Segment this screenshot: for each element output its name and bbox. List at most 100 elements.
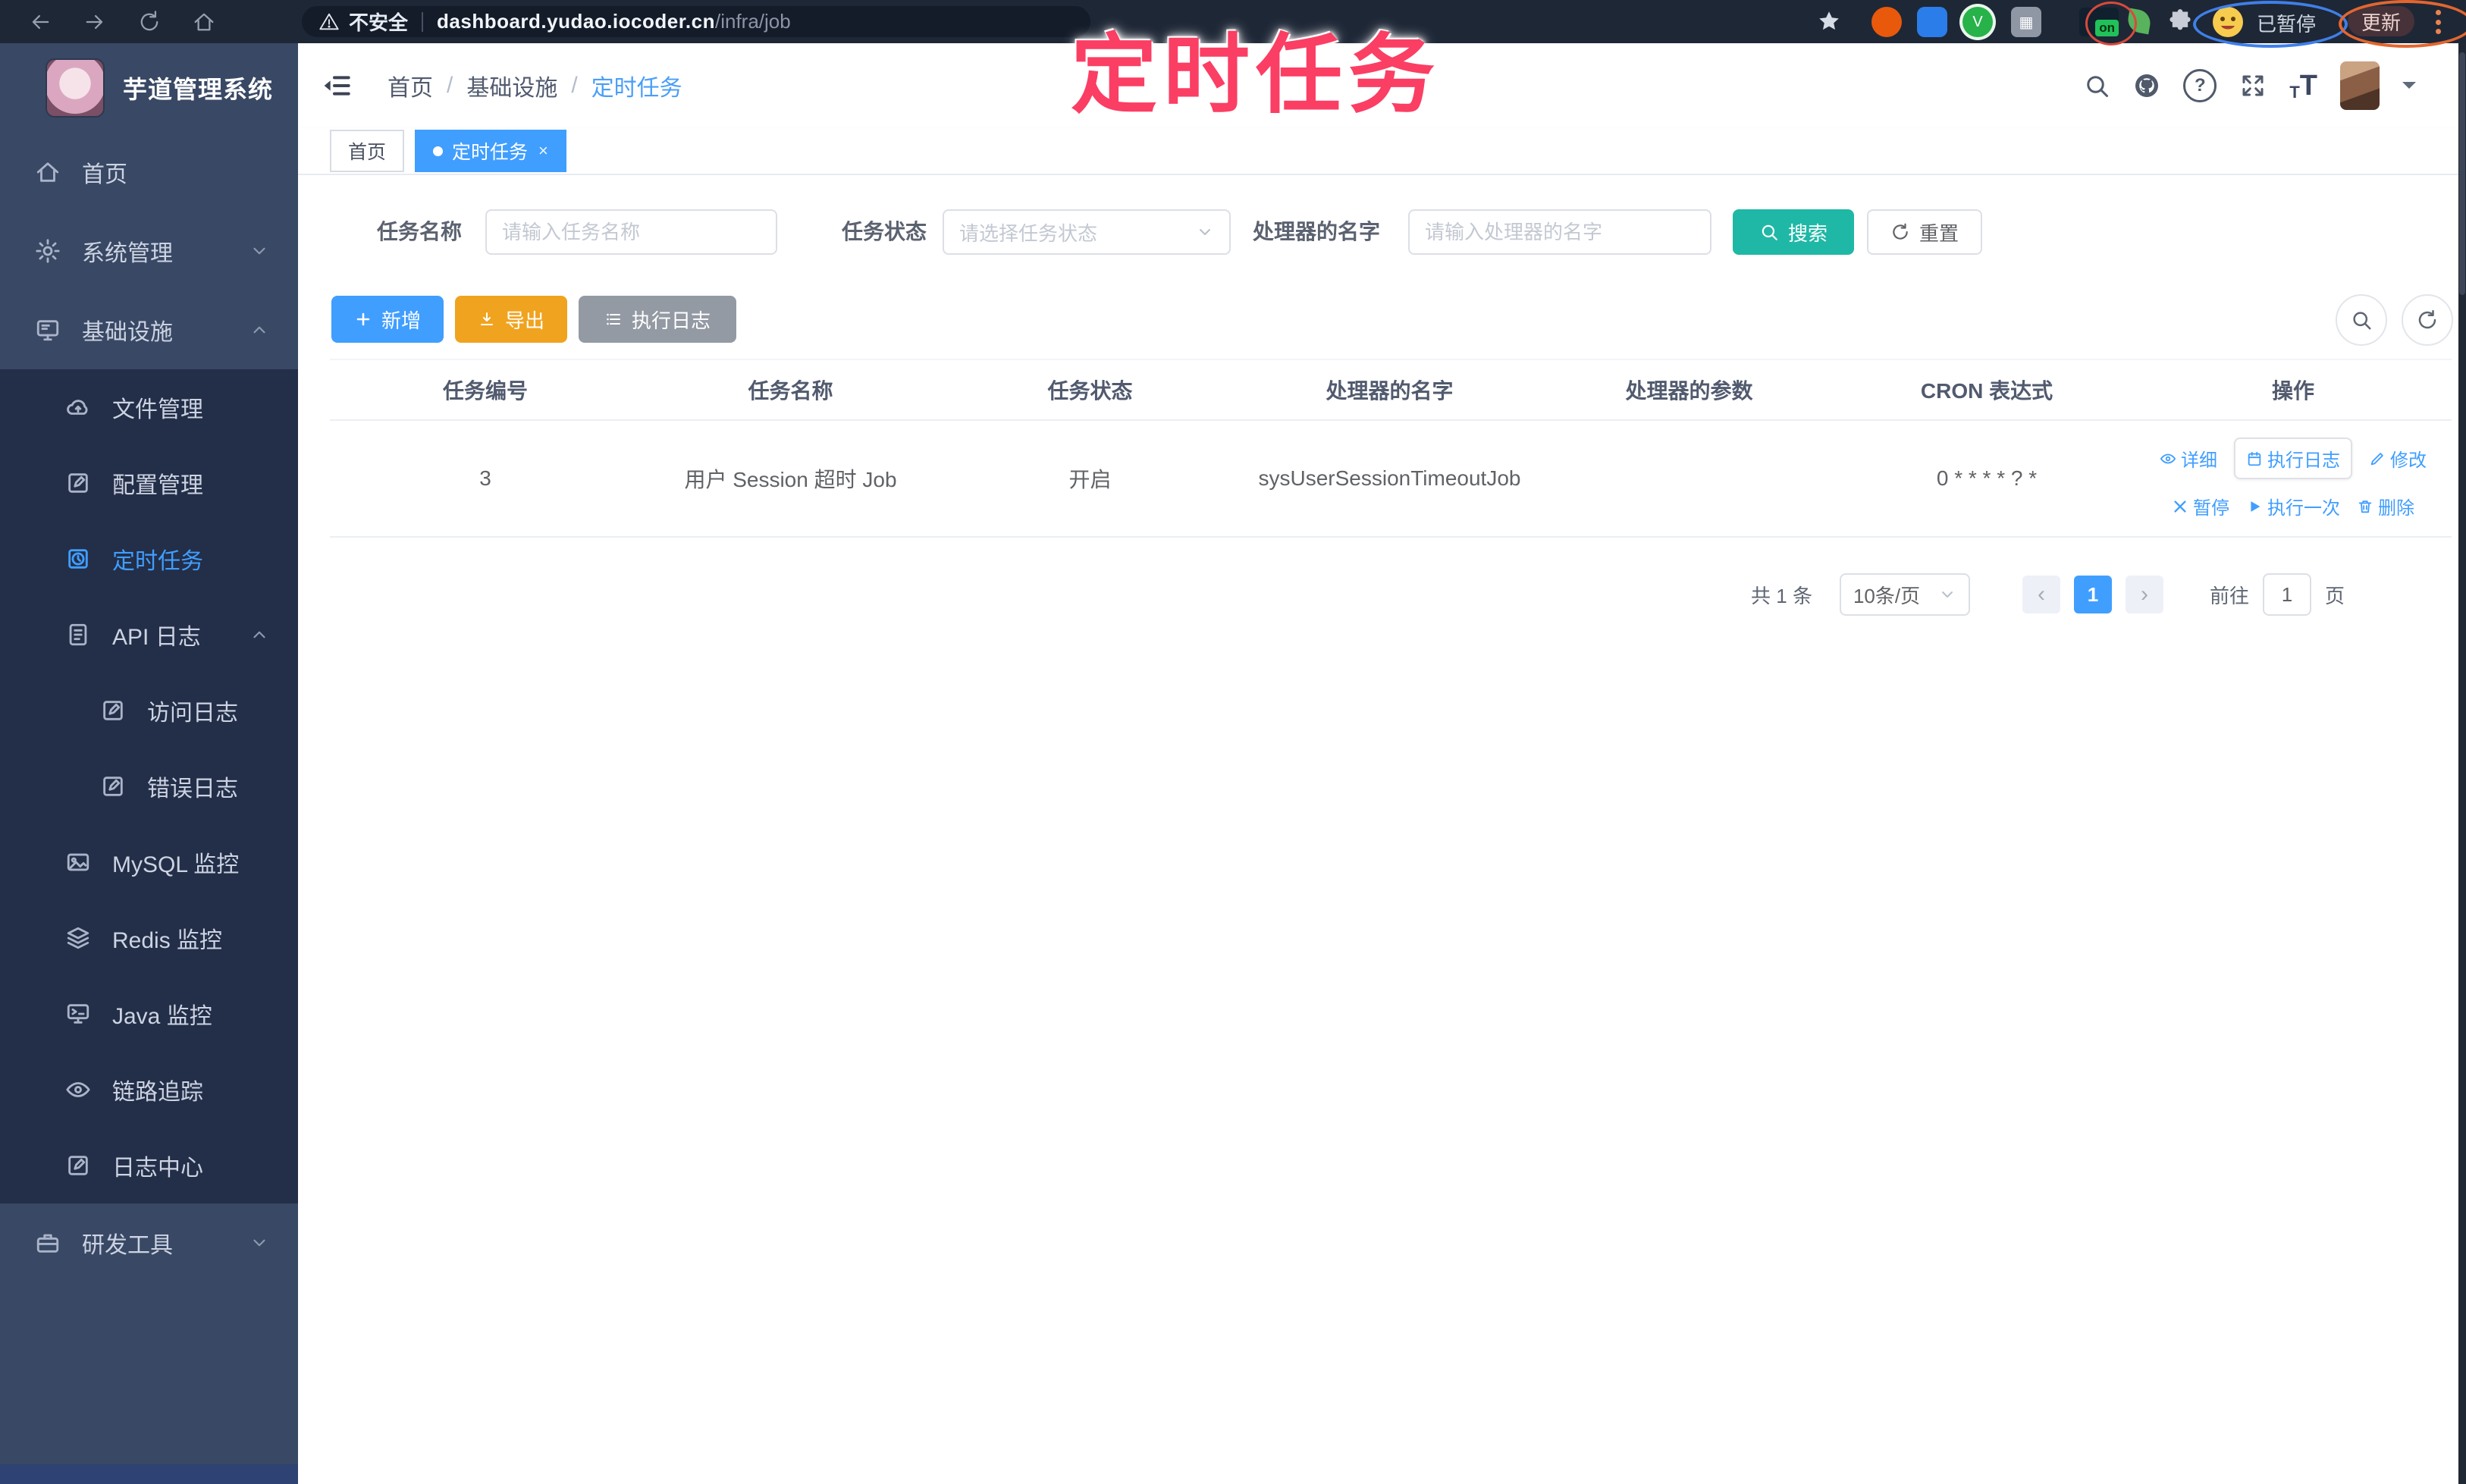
pagination-total: 共 1 条 xyxy=(1751,584,1812,607)
handler-name-input[interactable] xyxy=(1408,209,1711,255)
exec-log-button[interactable]: 执行日志 xyxy=(579,296,736,343)
browser-back-icon[interactable] xyxy=(27,9,53,35)
active-tab-dot xyxy=(433,146,444,156)
breadcrumb-separator: / xyxy=(447,73,453,98)
chevron-down-icon xyxy=(249,1233,269,1253)
address-bar[interactable]: 不安全 dashboard.yudao.iocoder.cn /infra/jo… xyxy=(302,6,1090,37)
extension-icon[interactable]: V xyxy=(1962,7,1993,37)
job-name-input[interactable] xyxy=(485,209,777,255)
font-size-icon[interactable]: TT xyxy=(2289,70,2317,102)
url-divider xyxy=(422,11,424,32)
chevron-down-icon xyxy=(249,241,269,261)
col-job-id: 任务编号 xyxy=(442,379,528,403)
run-once-link[interactable]: 执行一次 xyxy=(2246,493,2340,519)
next-page-button[interactable]: › xyxy=(2125,576,2163,613)
sidebar-item-infrastructure[interactable]: 基础设施 xyxy=(0,290,298,369)
sidebar-item-error-log[interactable]: 错误日志 xyxy=(0,748,298,824)
page-size-value: 10条/页 xyxy=(1853,584,1921,607)
current-page-button[interactable]: 1 xyxy=(2073,576,2112,613)
toggle-search-button[interactable] xyxy=(2336,294,2387,346)
edit-link[interactable]: 修改 xyxy=(2369,445,2427,472)
sidebar-item-label: 访问日志 xyxy=(147,701,238,726)
sidebar-item-api-log[interactable]: API 日志 xyxy=(0,597,298,673)
sidebar-item-system-mgmt[interactable]: 系统管理 xyxy=(0,212,298,290)
plus-icon xyxy=(354,310,372,328)
browser-home-icon[interactable] xyxy=(191,9,217,35)
row-exec-log-link[interactable]: 执行日志 xyxy=(2234,438,2352,479)
user-avatar[interactable] xyxy=(2340,61,2380,110)
app-logo-row[interactable]: 芋道管理系统 xyxy=(0,43,298,133)
sidebar-fold-icon[interactable] xyxy=(322,71,353,101)
sidebar-item-redis-monitor[interactable]: Redis 监控 xyxy=(0,900,298,976)
cell-job-id: 3 xyxy=(479,466,491,490)
tab-label: 定时任务 xyxy=(452,142,529,163)
goto-page-input[interactable] xyxy=(2262,573,2311,616)
search-button[interactable]: 搜索 xyxy=(1733,209,1854,255)
sidebar-item-mysql-monitor[interactable]: MySQL 监控 xyxy=(0,824,298,900)
reset-button[interactable]: 重置 xyxy=(1867,209,1982,255)
page-scrollbar[interactable] xyxy=(2458,43,2466,1484)
github-icon[interactable] xyxy=(2133,72,2160,99)
handler-name-label: 处理器的名字 xyxy=(1253,220,1381,243)
annotation-circle-blue xyxy=(2193,1,2348,48)
tab-close-icon[interactable]: × xyxy=(538,141,548,161)
refresh-table-button[interactable] xyxy=(2402,294,2453,346)
scrollbar-thumb[interactable] xyxy=(2459,52,2465,295)
prev-page-button[interactable]: ‹ xyxy=(2022,576,2060,613)
search-icon xyxy=(1759,222,1779,242)
sidebar-submenu-infrastructure: 文件管理 配置管理 定时任务 API 日志 访问日志 错误日志 MySQL 监控… xyxy=(0,369,298,1203)
sidebar-bottom-bar[interactable] xyxy=(0,1464,298,1484)
sidebar-item-dev-tools[interactable]: 研发工具 xyxy=(0,1203,298,1282)
sidebar-item-log-center[interactable]: 日志中心 xyxy=(0,1128,298,1203)
browser-reload-icon[interactable] xyxy=(136,9,162,35)
breadcrumb-home[interactable]: 首页 xyxy=(387,69,433,102)
refresh-icon xyxy=(2416,309,2439,331)
add-button[interactable]: 新增 xyxy=(331,296,444,343)
cloud-icon xyxy=(65,394,91,420)
bookmark-star-icon[interactable] xyxy=(1817,9,1841,33)
extension-icon[interactable]: ▦ xyxy=(2011,7,2041,37)
chevron-down-icon xyxy=(1196,223,1214,241)
job-status-select[interactable]: 请选择任务状态 xyxy=(943,209,1231,255)
security-label: 不安全 xyxy=(349,11,409,34)
tab-scheduled-jobs[interactable]: 定时任务 × xyxy=(415,130,566,172)
search-icon[interactable] xyxy=(2083,72,2110,99)
tab-home[interactable]: 首页 xyxy=(330,130,405,172)
chevron-up-icon xyxy=(249,625,269,645)
sidebar-item-access-log[interactable]: 访问日志 xyxy=(0,673,298,748)
avatar-caret-down-icon[interactable] xyxy=(2402,82,2416,96)
sidebar-item-file-mgmt[interactable]: 文件管理 xyxy=(0,369,298,445)
extension-icon[interactable] xyxy=(1917,7,1947,37)
delete-link[interactable]: 删除 xyxy=(2357,493,2414,519)
exec-log-button-label: 执行日志 xyxy=(631,309,711,332)
sidebar-item-home[interactable]: 首页 xyxy=(0,133,298,212)
export-button-label: 导出 xyxy=(504,309,544,332)
col-job-status: 任务状态 xyxy=(1047,379,1133,403)
extensions-puzzle-icon[interactable] xyxy=(2167,8,2193,34)
detail-link[interactable]: 详细 xyxy=(2160,445,2217,472)
breadcrumb-infrastructure[interactable]: 基础设施 xyxy=(466,69,557,102)
help-icon[interactable]: ? xyxy=(2183,69,2217,102)
pause-link[interactable]: 暂停 xyxy=(2172,493,2229,519)
sidebar-item-tracing[interactable]: 链路追踪 xyxy=(0,1052,298,1128)
export-button[interactable]: 导出 xyxy=(455,296,567,343)
page-unit-label: 页 xyxy=(2324,584,2345,607)
calendar-icon xyxy=(2246,450,2263,467)
page-size-select[interactable]: 10条/页 xyxy=(1839,573,1970,616)
table-row: 3 用户 Session 超时 Job 开启 sysUserSessionTim… xyxy=(330,421,2452,538)
sidebar-item-java-monitor[interactable]: Java 监控 xyxy=(0,976,298,1052)
fullscreen-icon[interactable] xyxy=(2239,72,2267,99)
extension-icon[interactable] xyxy=(1871,7,1902,37)
sidebar-item-config-mgmt[interactable]: 配置管理 xyxy=(0,445,298,521)
browser-forward-icon[interactable] xyxy=(82,9,108,35)
goto-label: 前往 xyxy=(2209,584,2249,607)
breadcrumb-current: 定时任务 xyxy=(591,76,682,101)
sidebar-item-label: Java 监控 xyxy=(112,1004,212,1029)
annotation-overlay-text: 定时任务 xyxy=(1071,27,1442,124)
trace-eye-icon xyxy=(65,1077,91,1103)
search-icon xyxy=(2350,309,2373,331)
reset-button-label: 重置 xyxy=(1919,221,1959,245)
pencil-icon xyxy=(2369,450,2386,467)
sidebar-item-scheduled-jobs[interactable]: 定时任务 xyxy=(0,521,298,597)
gear-icon xyxy=(35,238,61,264)
